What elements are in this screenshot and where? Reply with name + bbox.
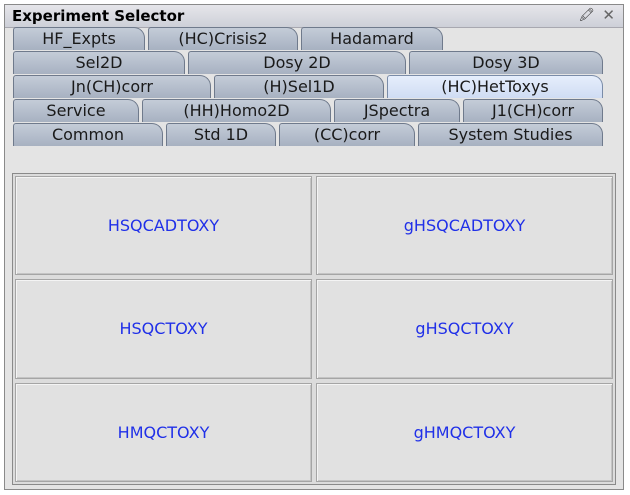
tab-hc-hettoxys[interactable]: (HC)HetToxys <box>387 75 603 98</box>
hmqctoxy-button[interactable]: HMQCTOXY <box>15 382 312 482</box>
hsqcadtoxy-button[interactable]: HSQCADTOXY <box>15 176 312 276</box>
tab-h-sel1d[interactable]: (H)Sel1D <box>214 75 384 98</box>
tab-service[interactable]: Service <box>13 99 139 122</box>
tab-dosy-3d[interactable]: Dosy 3D <box>409 51 603 74</box>
tab-system-studies[interactable]: System Studies <box>418 123 603 146</box>
hsqctoxy-button[interactable]: HSQCTOXY <box>15 279 312 379</box>
tab-j1-ch-corr[interactable]: J1(CH)corr <box>463 99 603 122</box>
tab-jspectra[interactable]: JSpectra <box>334 99 460 122</box>
tab-sel2d[interactable]: Sel2D <box>13 51 185 74</box>
tab-jn-ch-corr[interactable]: Jn(CH)corr <box>13 75 211 98</box>
tab-hf-expts[interactable]: HF_Expts <box>13 27 145 50</box>
tab-hadamard[interactable]: Hadamard <box>301 27 443 50</box>
panel-title: Experiment Selector <box>12 7 185 25</box>
tab-rows: HF_Expts (HC)Crisis2 Hadamard Sel2D Dosy… <box>5 27 623 173</box>
tab-hh-homo2d[interactable]: (HH)Homo2D <box>142 99 331 122</box>
tab-cc-corr[interactable]: (CC)corr <box>279 123 415 146</box>
experiment-selector-panel: Experiment Selector 🖍 ✕ HF_Expts (HC)Cri… <box>4 4 624 490</box>
tab-dosy-2d[interactable]: Dosy 2D <box>188 51 406 74</box>
ghsqctoxy-button[interactable]: gHSQCTOXY <box>316 279 613 379</box>
tab-hc-crisis2[interactable]: (HC)Crisis2 <box>148 27 298 50</box>
close-icon[interactable]: ✕ <box>602 7 615 24</box>
pin-icon[interactable]: 🖍 <box>578 7 595 24</box>
experiment-grid: HSQCADTOXY gHSQCADTOXY HSQCTOXY gHSQCTOX… <box>15 176 613 482</box>
ghmqctoxy-button[interactable]: gHMQCTOXY <box>316 382 613 482</box>
tab-common[interactable]: Common <box>13 123 163 146</box>
tab-std-1d[interactable]: Std 1D <box>166 123 276 146</box>
experiment-grid-area: HSQCADTOXY gHSQCADTOXY HSQCTOXY gHSQCTOX… <box>12 173 616 485</box>
title-bar: Experiment Selector 🖍 ✕ <box>5 5 623 28</box>
ghsqcadtoxy-button[interactable]: gHSQCADTOXY <box>316 176 613 276</box>
